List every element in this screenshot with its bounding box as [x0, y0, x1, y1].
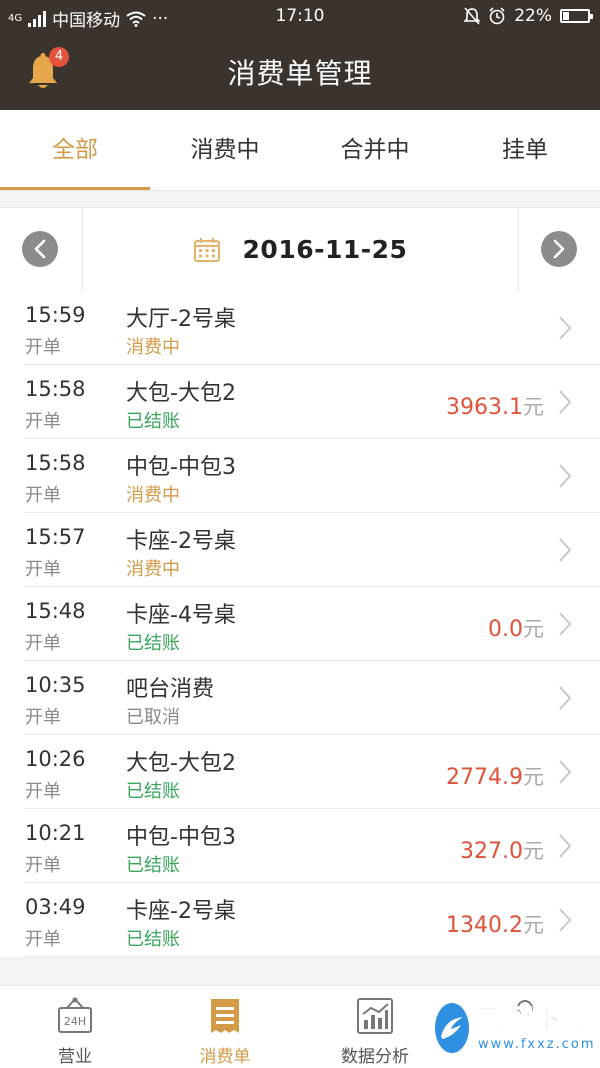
chevron-right-icon [559, 390, 572, 414]
order-row[interactable]: 10:35 开单 吧台消费 已取消 [24, 661, 600, 735]
nav-analytics[interactable]: 数据分析 [300, 986, 450, 1068]
order-type: 开单 [25, 707, 61, 728]
order-amount: 327.0元 [460, 839, 544, 864]
watermark-url: www.fxxz.com [478, 1036, 596, 1052]
order-time: 15:58 [25, 451, 86, 475]
order-table: 大包-大包2 [126, 381, 236, 406]
order-table: 大厅-2号桌 [126, 307, 236, 332]
chevron-right-icon [559, 760, 572, 784]
tab-pending[interactable]: 挂单 [450, 110, 600, 190]
order-status: 消费中 [126, 337, 180, 358]
site-watermark: 飞翔下载 www.fxxz.com [432, 998, 594, 1058]
order-status: 已结账 [126, 855, 180, 876]
order-type: 开单 [25, 855, 61, 876]
order-row[interactable]: 03:49 开单 卡座-2号桌 已结账 1340.2元 [24, 883, 600, 957]
tab-merging[interactable]: 合并中 [300, 110, 450, 190]
chevron-right-icon [559, 908, 572, 932]
order-amount: 2774.9元 [446, 765, 544, 790]
chevron-right-icon [559, 834, 572, 858]
alarm-clock-icon [489, 7, 505, 25]
order-table: 大包-大包2 [126, 751, 236, 776]
nav-orders[interactable]: 消费单 [150, 986, 300, 1068]
order-type: 开单 [25, 337, 61, 358]
tab-all[interactable]: 全部 [0, 110, 150, 190]
svg-text:24H: 24H [64, 1015, 86, 1028]
battery-icon [560, 9, 593, 23]
order-time: 15:58 [25, 377, 86, 401]
chevron-right-icon [559, 612, 572, 636]
order-row[interactable]: 10:26 开单 大包-大包2 已结账 2774.9元 [24, 735, 600, 809]
order-type: 开单 [25, 929, 61, 950]
order-table: 中包-中包3 [126, 825, 236, 850]
order-table: 卡座-4号桌 [126, 603, 236, 628]
order-row[interactable]: 10:21 开单 中包-中包3 已结账 327.0元 [24, 809, 600, 883]
nav-orders-label: 消费单 [199, 1047, 251, 1067]
status-bar: 4G 中国移动 ··· 17:10 22% [0, 0, 600, 32]
watermark-title: 飞翔下载 [478, 1004, 590, 1036]
order-amount: 3963.1元 [446, 395, 544, 420]
order-table: 中包-中包3 [126, 455, 236, 480]
watermark-text: 飞翔下载 www.fxxz.com [478, 1004, 596, 1052]
business-24h-icon: 24H [58, 997, 92, 1033]
nav-analytics-label: 数据分析 [341, 1047, 409, 1067]
chevron-right-icon [553, 239, 565, 259]
order-status: 已结账 [126, 929, 180, 950]
order-amount: 1340.2元 [446, 913, 544, 938]
order-type: 开单 [25, 485, 61, 506]
order-type: 开单 [25, 559, 61, 580]
current-date: 2016-11-25 [242, 235, 408, 264]
order-list: 15:59 开单 大厅-2号桌 消费中 15:58 开单 大包-大包2 已结账 … [0, 291, 600, 957]
chevron-right-icon [559, 686, 572, 710]
order-row[interactable]: 15:57 开单 卡座-2号桌 消费中 [24, 513, 600, 587]
order-row[interactable]: 15:58 开单 中包-中包3 消费中 [24, 439, 600, 513]
next-day-button[interactable] [541, 231, 577, 267]
chart-icon [357, 998, 393, 1034]
chevron-right-icon [559, 538, 572, 562]
status-right: 22% [464, 6, 593, 26]
chevron-right-icon [559, 464, 572, 488]
receipt-icon [211, 999, 239, 1033]
order-table: 卡座-2号桌 [126, 529, 236, 554]
date-selector: 2016-11-25 [0, 207, 600, 292]
order-status: 已结账 [126, 781, 180, 802]
chevron-right-icon [559, 316, 572, 340]
calendar-icon [193, 237, 220, 262]
order-time: 10:21 [25, 821, 86, 845]
order-time: 10:26 [25, 747, 86, 771]
chevron-left-icon [34, 239, 46, 259]
order-type: 开单 [25, 411, 61, 432]
order-time: 15:48 [25, 599, 86, 623]
nav-business-label: 营业 [58, 1047, 92, 1067]
order-status: 已结账 [126, 411, 180, 432]
order-amount: 0.0元 [488, 617, 544, 642]
order-row[interactable]: 15:48 开单 卡座-4号桌 已结账 0.0元 [24, 587, 600, 661]
title-bar: 4 消费单管理 [0, 32, 600, 110]
order-time: 15:57 [25, 525, 86, 549]
order-row[interactable]: 15:59 开单 大厅-2号桌 消费中 [24, 291, 600, 365]
order-status: 已结账 [126, 633, 180, 654]
nav-business[interactable]: 24H 营业 [0, 986, 150, 1068]
tab-consuming[interactable]: 消费中 [150, 110, 300, 190]
mute-bell-icon [464, 7, 481, 25]
order-time: 10:35 [25, 673, 86, 697]
order-status: 已取消 [126, 707, 180, 728]
order-time: 03:49 [25, 895, 86, 919]
order-row[interactable]: 15:58 开单 大包-大包2 已结账 3963.1元 [24, 365, 600, 439]
filter-tabs: 全部 消费中 合并中 挂单 [0, 110, 600, 191]
battery-percent: 22% [514, 6, 552, 26]
order-time: 15:59 [25, 303, 86, 327]
order-table: 卡座-2号桌 [126, 899, 236, 924]
prev-day-button[interactable] [22, 231, 58, 267]
watermark-logo-icon [432, 1000, 472, 1056]
order-status: 消费中 [126, 485, 180, 506]
order-type: 开单 [25, 781, 61, 802]
order-table: 吧台消费 [126, 677, 215, 702]
date-display[interactable]: 2016-11-25 [82, 208, 518, 291]
page-title: 消费单管理 [227, 57, 373, 90]
order-type: 开单 [25, 633, 61, 654]
order-status: 消费中 [126, 559, 180, 580]
